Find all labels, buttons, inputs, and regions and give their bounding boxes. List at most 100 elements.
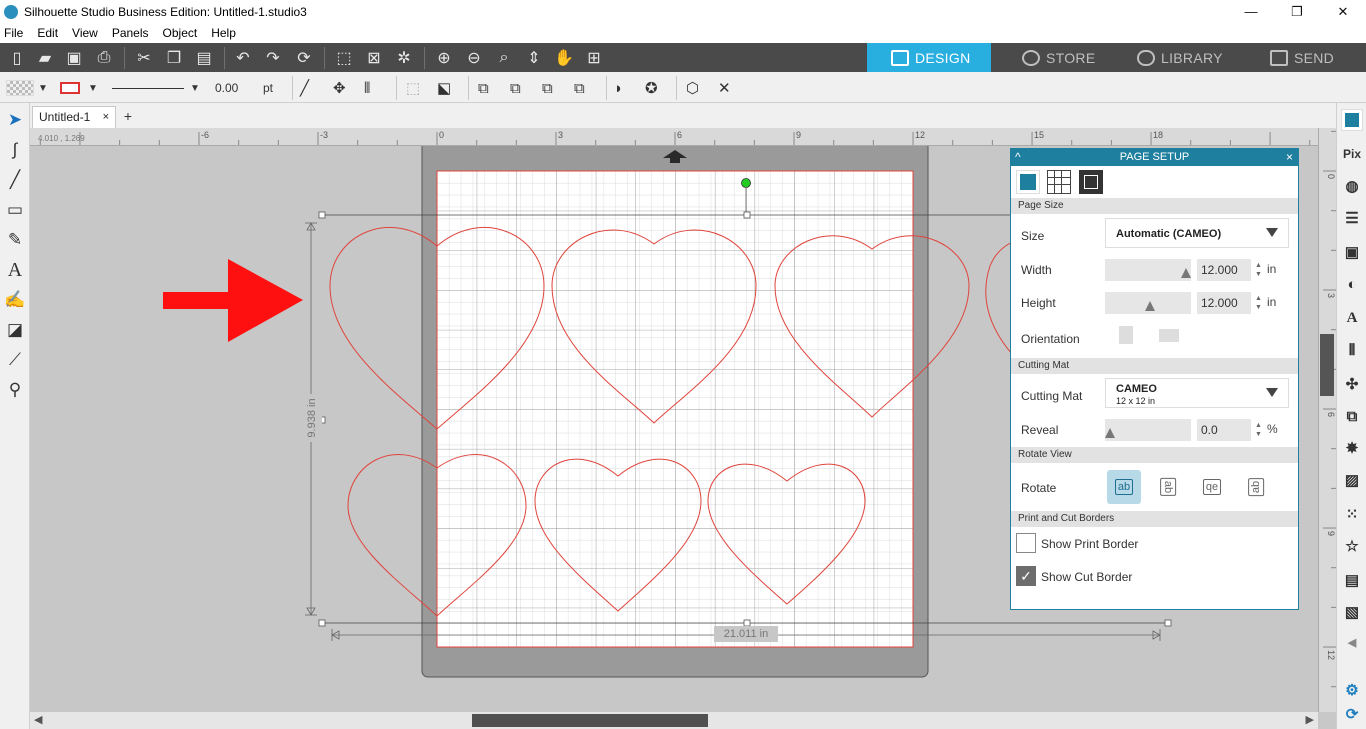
rectangle-icon[interactable]: ▭ [4, 199, 26, 221]
align-icon[interactable]: ⫴ [364, 77, 370, 99]
align-panel-icon[interactable]: ⫴ [1341, 339, 1363, 361]
transparency-icon[interactable]: ◐ [1341, 273, 1363, 295]
menu-edit[interactable]: Edit [37, 26, 58, 40]
close-panel-icon[interactable]: × [1286, 149, 1293, 166]
cutting-mat-dropdown[interactable]: CAMEO 12 x 12 in [1105, 378, 1289, 408]
save-icon[interactable]: ▣ [63, 47, 85, 69]
sync-icon[interactable]: ⟳ [1341, 703, 1363, 725]
zoom-in-icon[interactable]: ⊕ [433, 47, 455, 69]
bring-front-icon[interactable]: ⧉ [478, 77, 489, 99]
tab-background-icon[interactable] [1079, 170, 1103, 194]
undo-icon[interactable]: ↶ [232, 47, 254, 69]
copy-icon[interactable]: ❐ [163, 47, 185, 69]
rotate-270-button[interactable]: ab [1239, 470, 1273, 504]
image-panel-icon[interactable]: ▨ [1341, 469, 1363, 491]
height-input[interactable]: 12.000 [1197, 292, 1251, 314]
text-style-icon[interactable]: A [1341, 307, 1363, 329]
modify-icon[interactable]: ⧉ [1341, 405, 1363, 427]
line-style-select[interactable] [112, 77, 184, 99]
bring-forward-icon[interactable]: ⧉ [510, 77, 521, 99]
star-outline-icon[interactable]: ☆ [1341, 535, 1363, 557]
fit-page-icon[interactable]: ⊞ [583, 47, 605, 69]
tab-library[interactable]: LIBRARY [1113, 43, 1241, 72]
eyedropper-icon[interactable]: ⚲ [4, 379, 26, 401]
scrollbar-thumb[interactable] [472, 714, 708, 727]
rotate-90-button[interactable]: ab [1151, 470, 1185, 504]
pan-arrows-icon[interactable]: ⇕ [523, 47, 545, 69]
tab-send[interactable]: SEND [1242, 43, 1366, 72]
tab-grid-icon[interactable] [1047, 170, 1071, 194]
show-cut-border-checkbox[interactable]: ✓ [1016, 566, 1036, 586]
rotate-180-button[interactable]: qe [1195, 470, 1229, 504]
pencil-icon[interactable]: ✎ [4, 229, 26, 251]
send-back-icon[interactable]: ⧉ [574, 77, 585, 99]
add-tab-button[interactable]: + [120, 107, 136, 125]
size-dropdown[interactable]: Automatic (CAMEO) [1105, 218, 1289, 248]
3d-box-icon[interactable]: ⬡ [686, 77, 699, 99]
refresh-icon[interactable]: ⟳ [293, 47, 315, 69]
tab-store[interactable]: STORE [992, 43, 1112, 72]
height-spinner-icon[interactable]: ▲ ▼ [1255, 294, 1262, 312]
group-icon[interactable]: ⬚ [406, 77, 420, 99]
knife-icon[interactable]: ⟋ [4, 349, 26, 371]
horizontal-scrollbar[interactable]: ◀ ▶ [30, 712, 1318, 729]
close-tab-icon[interactable]: × [103, 107, 109, 127]
line-width-input[interactable]: 0.00 [211, 77, 255, 99]
line-style-panel-icon[interactable]: ☰ [1341, 207, 1363, 229]
select-by-color-icon[interactable]: ✲ [393, 47, 415, 69]
height-slider[interactable] [1105, 292, 1191, 314]
hand-icon[interactable]: ✋ [553, 47, 575, 69]
dots-pattern-icon[interactable]: ⁙ [1341, 503, 1363, 525]
reveal-input[interactable]: 0.0 [1197, 419, 1251, 441]
fill-palette-icon[interactable]: ◍ [1341, 175, 1363, 197]
line-color-dropdown-icon[interactable]: ▼ [88, 77, 98, 99]
menu-file[interactable]: File [4, 26, 23, 40]
line-style-dropdown-icon[interactable]: ▼ [190, 77, 200, 99]
restore-button[interactable]: ❐ [1274, 0, 1320, 23]
redo-icon[interactable]: ↷ [262, 47, 284, 69]
menu-panels[interactable]: Panels [112, 26, 149, 40]
menu-object[interactable]: Object [163, 26, 198, 40]
rail-collapse-icon[interactable]: ◀ [1341, 631, 1363, 653]
ungroup-icon[interactable]: ⬕ [437, 77, 451, 99]
eraser-icon[interactable]: ◪ [4, 319, 26, 341]
page-setup-panel-icon[interactable] [1341, 109, 1363, 131]
delete-x-icon[interactable]: ✕ [718, 77, 731, 99]
vertical-scrollbar-thumb[interactable] [1320, 334, 1334, 396]
layers-icon[interactable]: ▤ [1341, 569, 1363, 591]
open-folder-icon[interactable]: ▰ [34, 47, 56, 69]
cut-icon[interactable]: ✂ [133, 47, 155, 69]
width-input[interactable]: 12.000 [1197, 259, 1251, 281]
print-icon[interactable]: ⎙ [93, 47, 115, 69]
text-tool-icon[interactable]: A [4, 259, 26, 281]
close-window-button[interactable]: ✕ [1320, 0, 1366, 23]
select-arrow-icon[interactable]: ➤ [4, 109, 26, 131]
menu-help[interactable]: Help [211, 26, 236, 40]
transform-icon[interactable]: ✣ [1341, 373, 1363, 395]
fill-dropdown-icon[interactable]: ▼ [38, 77, 48, 99]
hatch-icon[interactable]: ▧ [1341, 601, 1363, 623]
star-shape-icon[interactable]: ✪ [645, 77, 658, 99]
portrait-orientation-icon[interactable] [1119, 326, 1133, 344]
zoom-select-icon[interactable]: ⌕ [493, 47, 515, 69]
document-tab-untitled[interactable]: Untitled-1 × [32, 106, 116, 128]
new-file-icon[interactable]: ▯ [6, 47, 28, 69]
shapes-icon[interactable]: ◗ [614, 77, 623, 99]
width-slider[interactable] [1105, 259, 1191, 281]
deselect-icon[interactable]: ⊠ [363, 47, 385, 69]
edit-points-icon[interactable]: ∫ [4, 139, 26, 161]
select-all-icon[interactable]: ⬚ [333, 47, 355, 69]
show-print-border-checkbox[interactable] [1016, 533, 1036, 553]
reveal-slider[interactable] [1105, 419, 1191, 441]
menu-view[interactable]: View [72, 26, 98, 40]
line-draw-icon[interactable]: ╱ [4, 169, 26, 191]
width-spinner-icon[interactable]: ▲ ▼ [1255, 261, 1262, 279]
line-color-panel-icon[interactable]: ▣ [1341, 241, 1363, 263]
settings-gear-icon[interactable]: ⚙ [1341, 679, 1363, 701]
tab-design[interactable]: DESIGN [867, 43, 991, 72]
pixscan-icon[interactable]: Pix [1341, 143, 1363, 165]
send-backward-icon[interactable]: ⧉ [542, 77, 553, 99]
fill-pattern-swatch[interactable] [6, 77, 34, 99]
move-icon[interactable]: ✥ [333, 77, 346, 99]
tab-page-setup[interactable] [1016, 170, 1040, 194]
